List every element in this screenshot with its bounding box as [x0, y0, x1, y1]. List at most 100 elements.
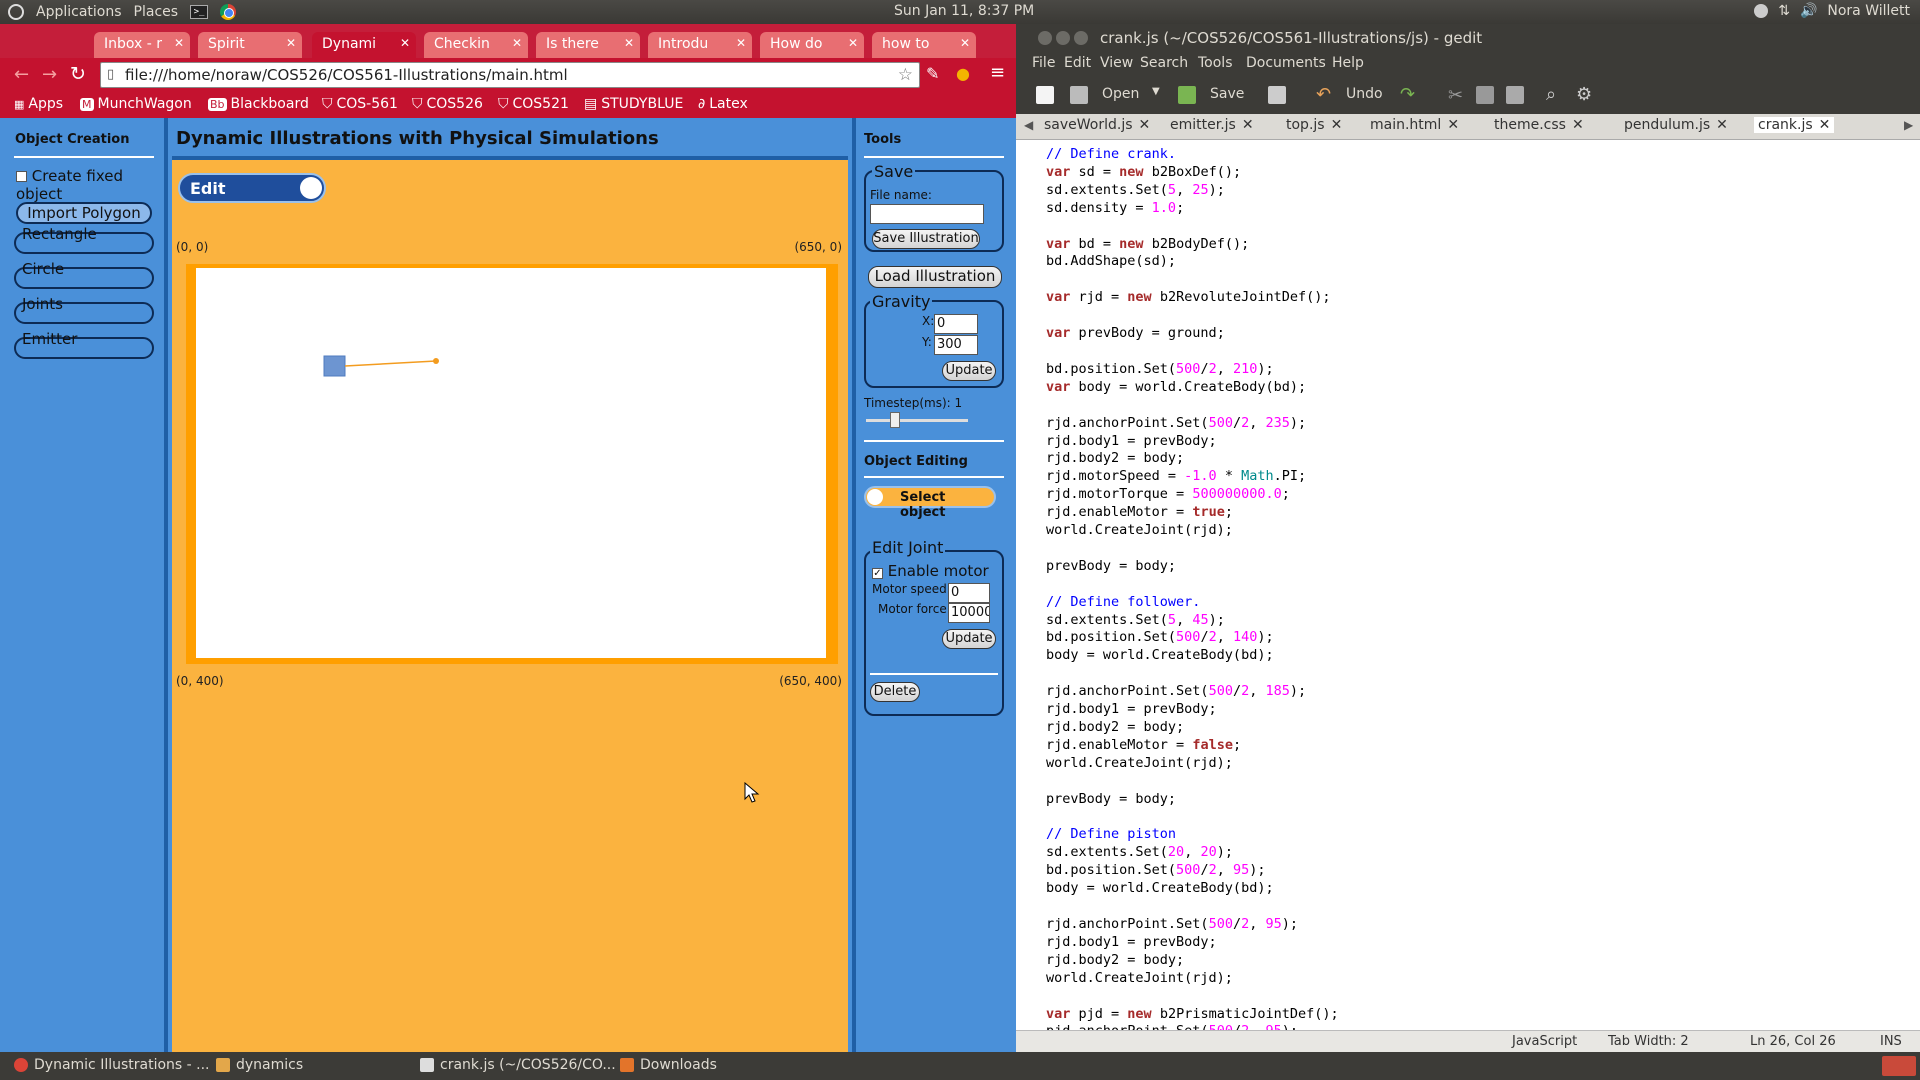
save-illustration-button[interactable]: Save Illustration [872, 229, 980, 249]
close-tab-icon[interactable]: ✕ [1447, 117, 1459, 133]
bookmark-star-icon[interactable]: ☆ [898, 65, 913, 85]
close-tab-icon[interactable]: ✕ [1716, 117, 1728, 133]
close-tab-icon[interactable]: ✕ [1572, 117, 1584, 133]
emitter-button[interactable]: Emitter [14, 330, 154, 359]
code-editor[interactable]: // Define crank. var sd = new b2BoxDef()… [1016, 140, 1920, 1030]
menu-search[interactable]: Search [1140, 55, 1188, 71]
joint-line[interactable] [344, 360, 437, 367]
tab-pendulum[interactable]: pendulum.js ✕ [1624, 117, 1728, 133]
delete-button[interactable]: Delete [870, 682, 920, 702]
import-polygon-button[interactable]: Import Polygon [16, 202, 152, 224]
file-name-input[interactable] [870, 204, 984, 224]
tab-checkin[interactable]: Checkin ✕ [424, 32, 528, 58]
menu-tools[interactable]: Tools [1198, 55, 1233, 71]
address-bar[interactable]: ▯ file:///home/noraw/COS526/COS561-Illus… [100, 62, 920, 88]
bookmark-cos526[interactable]: ⛉ COS526 [412, 96, 483, 112]
extension-brush-icon[interactable]: ✎ [926, 64, 939, 83]
workspace-switcher-icon[interactable] [1882, 1056, 1916, 1076]
task-downloads[interactable]: Downloads [620, 1057, 717, 1073]
save-button[interactable]: Save [1210, 86, 1244, 102]
extension-icon[interactable]: ● [956, 64, 970, 83]
close-tab-icon[interactable]: ✕ [1139, 117, 1151, 133]
tab-introduction[interactable]: Introdu ✕ [648, 32, 752, 58]
open-folder-icon[interactable] [1070, 86, 1088, 104]
close-tab-icon[interactable]: ✕ [174, 36, 184, 50]
maximize-window-icon[interactable] [1074, 31, 1088, 45]
tab-dynamic-illustrations[interactable]: Dynami ✕ [312, 32, 416, 58]
sync-arrows-icon[interactable]: ⇅ [1778, 3, 1790, 19]
menu-help[interactable]: Help [1332, 55, 1364, 71]
close-window-icon[interactable] [1038, 31, 1052, 45]
open-dropdown-icon[interactable]: ▼ [1152, 86, 1160, 97]
create-fixed-checkbox[interactable] [16, 171, 27, 182]
paste-clipboard-icon[interactable] [1506, 86, 1524, 104]
enable-motor-checkbox[interactable]: ✓ [872, 568, 883, 579]
close-tab-icon[interactable]: ✕ [624, 36, 634, 50]
undo-button[interactable]: Undo [1346, 86, 1383, 102]
menu-documents[interactable]: Documents [1246, 55, 1326, 71]
timestep-slider-handle[interactable] [890, 412, 900, 428]
gravity-y-input[interactable]: 300 [934, 335, 978, 355]
clock[interactable]: Sun Jan 11, 8:37 PM [894, 3, 1034, 19]
tab-spirit[interactable]: Spirit ✕ [198, 32, 302, 58]
edit-toggle[interactable]: Edit [178, 173, 326, 203]
close-tab-icon[interactable]: ✕ [286, 36, 296, 50]
tab-how-to[interactable]: how to ✕ [872, 32, 976, 58]
menu-file[interactable]: File [1032, 55, 1055, 71]
tab-emitter[interactable]: emitter.js ✕ [1170, 117, 1254, 133]
search-icon[interactable]: ⌕ [1546, 84, 1556, 105]
volume-icon[interactable]: 🔊 [1800, 3, 1817, 19]
select-object-toggle[interactable]: Select object [864, 486, 996, 520]
tab-is-there[interactable]: Is there ✕ [536, 32, 640, 58]
open-button[interactable]: Open [1102, 86, 1139, 102]
terminal-launcher-icon[interactable]: >_ [190, 5, 209, 19]
close-tab-icon[interactable]: ✕ [1331, 117, 1343, 133]
bookmark-apps[interactable]: ▦ Apps [14, 96, 63, 112]
copy-icon[interactable] [1476, 86, 1494, 104]
applications-menu[interactable]: Applications [36, 4, 122, 20]
save-disk-icon[interactable] [1178, 86, 1196, 104]
cut-scissors-icon[interactable]: ✂ [1448, 85, 1463, 106]
bookmark-cos561[interactable]: ⛉ COS-561 [322, 96, 398, 112]
back-arrow-icon[interactable]: ← [14, 64, 29, 85]
menu-view[interactable]: View [1100, 55, 1133, 71]
menu-edit[interactable]: Edit [1064, 55, 1091, 71]
reload-icon[interactable]: ↻ [70, 63, 86, 85]
tab-crank[interactable]: crank.js ✕ [1754, 117, 1835, 133]
bookmark-cos521[interactable]: ⛉ COS521 [498, 96, 569, 112]
close-tab-icon[interactable]: ✕ [1819, 117, 1831, 133]
gravity-update-button[interactable]: Update [942, 361, 996, 381]
close-tab-icon[interactable]: ✕ [736, 36, 746, 50]
simulation-canvas[interactable] [196, 268, 826, 658]
tab-main-html[interactable]: main.html ✕ [1370, 117, 1459, 133]
task-gedit[interactable]: crank.js (~/COS526/CO... [420, 1057, 616, 1073]
motor-speed-input[interactable]: 0 [948, 583, 990, 603]
new-document-icon[interactable] [1036, 86, 1054, 104]
timestep-slider[interactable] [866, 419, 968, 422]
close-tab-icon[interactable]: ✕ [1242, 117, 1254, 133]
rectangle-button[interactable]: Rectangle [14, 225, 154, 254]
load-illustration-button[interactable]: Load Illustration [868, 266, 1002, 288]
menu-hamburger-icon[interactable]: ≡ [990, 62, 1005, 83]
circle-button[interactable]: Circle [14, 260, 154, 289]
close-tab-icon[interactable]: ✕ [960, 36, 970, 50]
chrome-launcher-icon[interactable] [220, 4, 237, 20]
tab-how-do[interactable]: How do ✕ [760, 32, 864, 58]
places-menu[interactable]: Places [134, 4, 179, 20]
user-name[interactable]: Nora Willett [1827, 3, 1910, 19]
task-dynamics-folder[interactable]: dynamics [216, 1057, 303, 1073]
tabs-scroll-right-icon[interactable]: ▶ [1904, 118, 1913, 132]
joint-update-button[interactable]: Update [942, 629, 996, 649]
minimize-window-icon[interactable] [1056, 31, 1070, 45]
tab-saveworld[interactable]: saveWorld.js ✕ [1044, 117, 1150, 133]
print-icon[interactable] [1268, 86, 1286, 104]
bookmark-munchwagon[interactable]: M MunchWagon [80, 96, 192, 112]
ubuntu-logo-icon[interactable] [8, 4, 24, 20]
joint-anchor[interactable] [433, 358, 439, 364]
joints-button[interactable]: Joints [14, 295, 154, 324]
crank-box[interactable] [323, 355, 346, 377]
task-chrome[interactable]: Dynamic Illustrations - ... [14, 1057, 210, 1073]
tab-inbox[interactable]: Inbox - r ✕ [94, 32, 190, 58]
network-icon[interactable] [1754, 4, 1769, 18]
tab-width-selector[interactable]: Tab Width: 2 [1608, 1034, 1689, 1049]
